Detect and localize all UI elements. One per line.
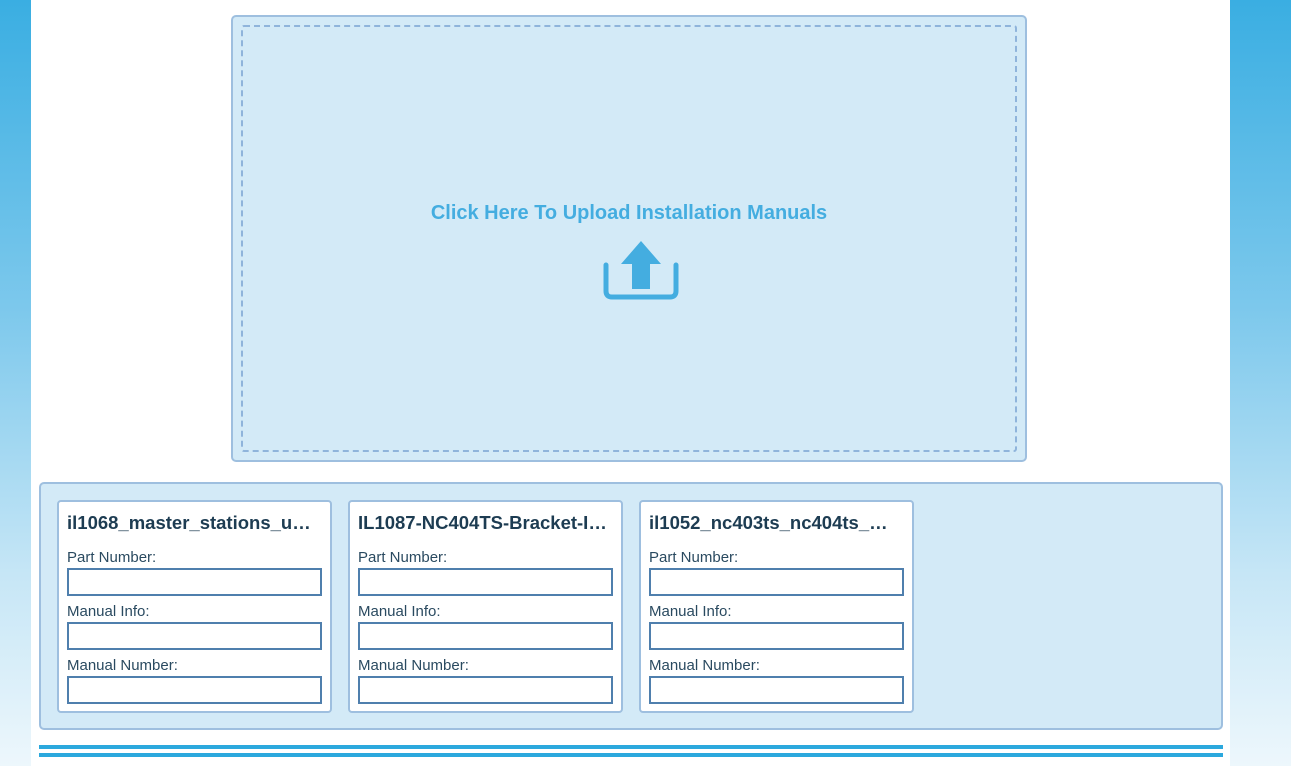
- part-number-input[interactable]: [649, 568, 904, 596]
- part-number-label: Part Number:: [67, 549, 157, 566]
- manual-info-label: Manual Info:: [358, 603, 441, 620]
- manual-number-label: Manual Number:: [67, 657, 178, 674]
- file-card: il1068_master_stations_u… Part Number: M…: [57, 500, 332, 713]
- file-name: il1052_nc403ts_nc404ts_…: [649, 512, 888, 533]
- footer-divider: [39, 753, 1223, 757]
- manual-info-label: Manual Info:: [67, 603, 150, 620]
- footer-divider: [39, 745, 1223, 749]
- part-number-input[interactable]: [358, 568, 613, 596]
- manual-info-input[interactable]: [649, 622, 904, 650]
- manual-info-label: Manual Info:: [649, 603, 732, 620]
- file-card: il1052_nc403ts_nc404ts_… Part Number: Ma…: [639, 500, 914, 713]
- file-card: IL1087-NC404TS-Bracket-I… Part Number: M…: [348, 500, 623, 713]
- upload-icon[interactable]: [602, 239, 680, 301]
- manual-number-input[interactable]: [67, 676, 322, 704]
- upload-dropzone[interactable]: Click Here To Upload Installation Manual…: [231, 15, 1027, 462]
- manual-number-input[interactable]: [358, 676, 613, 704]
- page-container: Click Here To Upload Installation Manual…: [31, 0, 1230, 766]
- file-name: IL1087-NC404TS-Bracket-I…: [358, 512, 607, 533]
- manual-number-input[interactable]: [649, 676, 904, 704]
- file-name: il1068_master_stations_u…: [67, 512, 311, 533]
- part-number-label: Part Number:: [649, 549, 739, 566]
- manual-number-label: Manual Number:: [649, 657, 760, 674]
- upload-label[interactable]: Click Here To Upload Installation Manual…: [243, 202, 1015, 225]
- part-number-label: Part Number:: [358, 549, 448, 566]
- dropzone-dashed-border: Click Here To Upload Installation Manual…: [241, 25, 1017, 452]
- manual-info-input[interactable]: [67, 622, 322, 650]
- manual-number-label: Manual Number:: [358, 657, 469, 674]
- uploaded-files-panel: il1068_master_stations_u… Part Number: M…: [39, 482, 1223, 730]
- part-number-input[interactable]: [67, 568, 322, 596]
- manual-info-input[interactable]: [358, 622, 613, 650]
